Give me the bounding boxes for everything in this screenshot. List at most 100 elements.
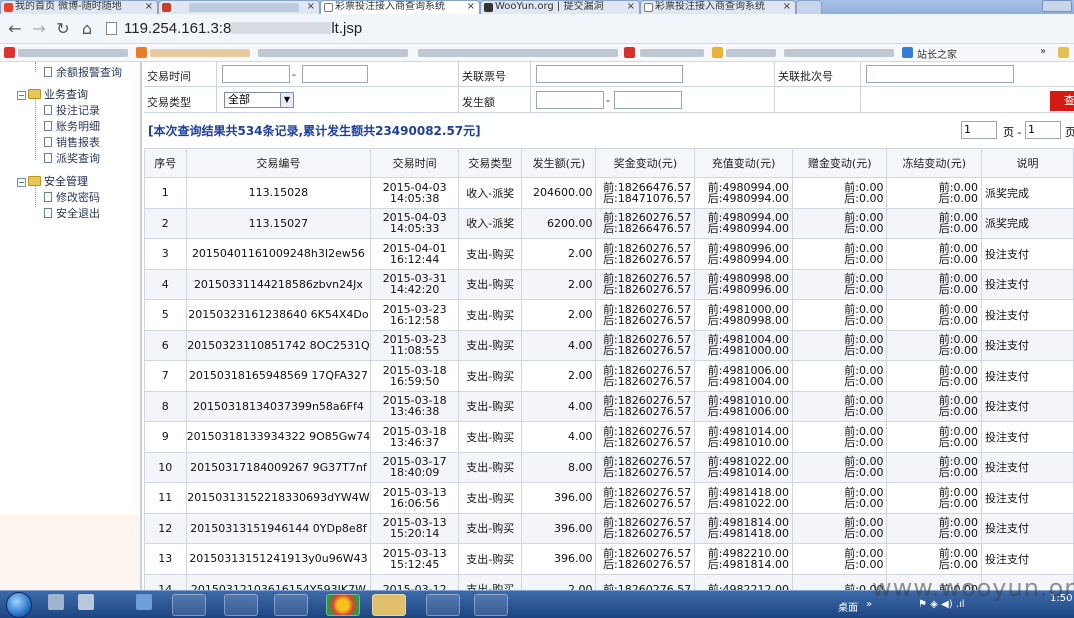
sidebar-item-prize-query[interactable]: 派奖查询 xyxy=(44,150,100,166)
cell-time-line: 16:59:50 xyxy=(389,374,440,388)
back-icon[interactable]: ← xyxy=(6,20,24,38)
taskbar-app[interactable] xyxy=(172,594,206,616)
start-button[interactable] xyxy=(6,592,32,618)
query-button[interactable]: 查 xyxy=(1050,91,1074,111)
network-icon[interactable] xyxy=(136,594,152,610)
bookmark-blurred[interactable] xyxy=(18,49,128,57)
forward-icon[interactable]: → xyxy=(30,20,48,38)
taskbar-app[interactable] xyxy=(426,594,460,616)
amount-min-input[interactable] xyxy=(536,91,604,109)
bookmark-blurred[interactable] xyxy=(640,49,704,57)
cell-frozen-line: 后:0.00 xyxy=(938,252,978,266)
col-header-prize[interactable]: 奖金变动(元) xyxy=(595,148,696,178)
chrome-icon[interactable] xyxy=(326,594,360,616)
cell-note: 投注支付 xyxy=(981,299,1074,331)
sidebar-item-balance-alert[interactable]: 余额报警查询 xyxy=(44,64,122,80)
collapse-icon[interactable]: − xyxy=(17,178,26,187)
reload-icon[interactable]: ↻ xyxy=(54,20,72,38)
cell-gift: 前:0.00 后:0.00 xyxy=(791,177,888,209)
taskbar-app[interactable] xyxy=(224,594,258,616)
sidebar-item-sales-report[interactable]: 销售报表 xyxy=(44,134,100,150)
cell-type: 支出-购买 xyxy=(458,390,523,422)
taskbar-app[interactable] xyxy=(474,594,508,616)
bookmark-icon[interactable] xyxy=(4,47,15,58)
col-header-type[interactable]: 交易类型 xyxy=(458,148,523,178)
col-header-id[interactable]: 交易编号 xyxy=(185,148,372,178)
sidebar-item-bet-records[interactable]: 投注记录 xyxy=(44,102,100,118)
batch-label: 关联批次号 xyxy=(778,70,833,83)
bookmark-icon[interactable] xyxy=(624,47,635,58)
ticket-input[interactable] xyxy=(536,65,683,83)
col-header-note[interactable]: 说明 xyxy=(981,148,1074,178)
trade-type-select[interactable]: 全部 ▼ xyxy=(224,92,294,108)
cell-frozen: 前:0.00 后:0.00 xyxy=(886,543,982,575)
cell-amount: 2.00 xyxy=(521,360,597,392)
home-icon[interactable]: ⌂ xyxy=(78,20,96,38)
collapse-icon[interactable]: − xyxy=(17,91,26,100)
page-icon xyxy=(44,192,52,202)
new-tab-button[interactable] xyxy=(796,0,822,14)
folder-icon[interactable] xyxy=(372,594,406,616)
close-icon[interactable]: × xyxy=(467,1,475,13)
bookmark-blurred[interactable] xyxy=(150,49,250,57)
cell-id: 20150318134037399n58a6Ff4 xyxy=(185,390,372,422)
transactions-table: 序号 交易编号 交易时间 交易类型 发生额(元) 奖金变动(元) 充值变动(元)… xyxy=(144,148,1074,590)
tab-lottery[interactable]: 彩票投注接入商查询系统 × xyxy=(640,0,796,14)
cell-id: 20150313151241913y0u96W43 xyxy=(185,543,372,575)
summary-bar: [本次查询结果共534条记录,累计发生额共23490082.57元] 1 页 -… xyxy=(144,118,1074,144)
sidebar-item-logout[interactable]: 安全退出 xyxy=(44,205,100,221)
chevron-down-icon[interactable]: ▼ xyxy=(280,93,293,107)
tab-lottery-active[interactable]: 彩票投注接入商查询系统 × xyxy=(320,0,480,14)
bookmark-icon[interactable] xyxy=(712,47,723,58)
desktop-label[interactable]: 桌面 xyxy=(838,599,858,614)
cell-prize: 前:18260276.57 后:18260276.57 xyxy=(595,390,696,422)
col-header-time[interactable]: 交易时间 xyxy=(370,148,460,178)
app-icon[interactable] xyxy=(78,594,94,610)
amount-max-input[interactable] xyxy=(614,91,682,109)
sidebar-item-change-password[interactable]: 修改密码 xyxy=(44,189,100,205)
trade-time-label: 交易时间 xyxy=(147,70,191,83)
sidebar-item-account-details[interactable]: 账务明细 xyxy=(44,118,100,134)
sidebar-group-security[interactable]: − 安全管理 xyxy=(17,173,88,189)
address-bar[interactable]: 119.254.161.3:8 lt.jsp xyxy=(124,20,362,37)
cell-charge-line: 后:4980994.00 xyxy=(707,222,789,236)
bookmark-blurred[interactable] xyxy=(418,49,618,57)
batch-input[interactable] xyxy=(866,65,1014,83)
col-header-charge[interactable]: 充值变动(元) xyxy=(694,148,793,178)
bookmark-blurred[interactable] xyxy=(726,49,776,57)
page-to-input[interactable]: 1 xyxy=(1025,121,1061,139)
bookmark-chinaz[interactable]: 站长之家 xyxy=(917,46,957,61)
cell-no: 7 xyxy=(144,360,187,392)
sidebar-group-business[interactable]: − 业务查询 xyxy=(17,86,88,102)
tab-blurred[interactable]: × xyxy=(158,0,320,14)
cell-amount: 204600.00 xyxy=(521,177,597,209)
window-controls[interactable] xyxy=(1042,0,1072,12)
cell-prize: 前:18260276.57 后:18260276.57 xyxy=(595,421,696,453)
folder-icon[interactable] xyxy=(1058,47,1069,58)
watermark: www.wooyun.org xyxy=(872,574,1074,602)
col-header-gift[interactable]: 赠金变动(元) xyxy=(791,148,888,178)
app-icon[interactable] xyxy=(48,594,64,610)
navigation-bar: ← → ↻ ⌂ 119.254.161.3:8 lt.jsp xyxy=(0,14,1074,44)
bookmark-icon[interactable] xyxy=(136,47,147,58)
col-header-frozen[interactable]: 冻结变动(元) xyxy=(886,148,982,178)
col-header-no[interactable]: 序号 xyxy=(144,148,187,178)
col-header-amount[interactable]: 发生额(元) xyxy=(521,148,597,178)
close-icon[interactable]: × xyxy=(307,1,315,13)
tab-weibo[interactable]: 我的首页 微博-随时随地 × xyxy=(0,0,158,14)
bookmark-blurred[interactable] xyxy=(258,49,408,57)
cell-prize-line: 后:18260276.57 xyxy=(603,557,692,571)
taskbar-app[interactable] xyxy=(274,594,308,616)
page-icon xyxy=(44,137,52,147)
bookmark-blurred[interactable] xyxy=(784,49,894,57)
close-icon[interactable]: × xyxy=(783,1,791,13)
close-icon[interactable]: × xyxy=(145,1,153,13)
page-from-input[interactable]: 1 xyxy=(961,121,997,139)
tab-wooyun[interactable]: WooYun.org | 提交漏洞 × xyxy=(480,0,640,14)
close-icon[interactable]: × xyxy=(627,1,635,13)
trade-time-end-input[interactable] xyxy=(302,65,368,83)
trade-time-start-input[interactable] xyxy=(222,65,290,83)
cell-charge-line: 后:4981000.00 xyxy=(707,344,789,358)
bookmarks-overflow-icon[interactable]: » xyxy=(1040,46,1046,57)
cell-frozen-line: 后:0.00 xyxy=(938,222,978,236)
